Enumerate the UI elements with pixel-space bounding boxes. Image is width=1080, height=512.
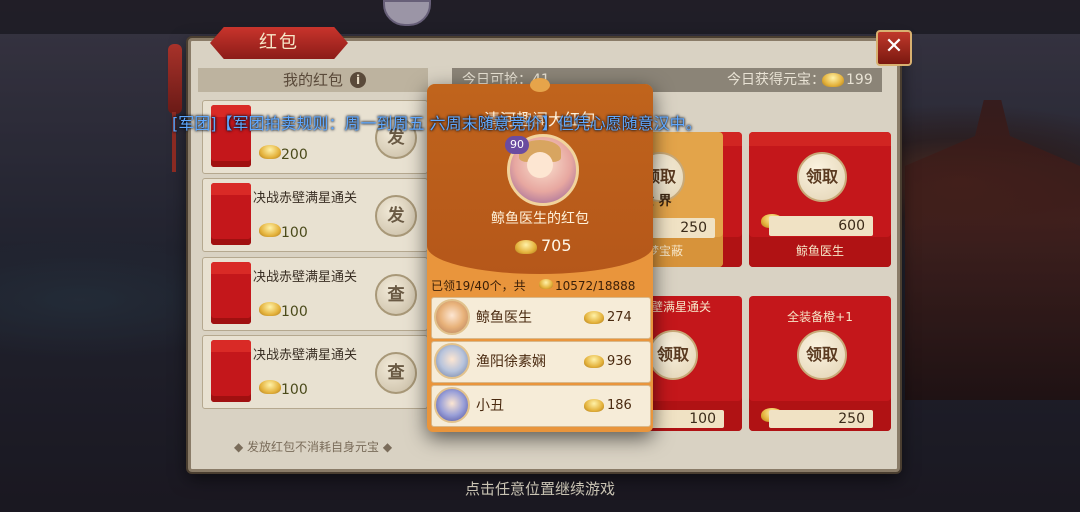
claimer-amount: 274 — [607, 310, 632, 325]
ingot-icon — [584, 399, 604, 412]
packet-title: 决战赤壁满星通关 — [253, 348, 358, 363]
received-amount: 705 — [541, 236, 572, 255]
ingot-icon — [584, 311, 604, 324]
ingot-icon — [515, 240, 537, 254]
claimer-row: 渔阳徐素娴 936 — [431, 341, 651, 383]
claimer-name: 渔阳徐素娴 — [476, 354, 546, 370]
my-packet-item[interactable]: 决战赤壁满星通关 100 查 — [202, 335, 428, 409]
packet-amount: 100 — [281, 304, 308, 320]
today-got-value: 199 — [846, 72, 873, 88]
packet-amount: 200 — [281, 147, 308, 163]
footer-tip: ◆ 发放红包不消耗自身元宝 ◆ — [233, 440, 393, 454]
footer-tip-text: 发放红包不消耗自身元宝 — [246, 440, 379, 454]
level-badge: 90 — [505, 136, 529, 154]
ingot-icon — [259, 380, 281, 394]
claimer-amount: 186 — [607, 398, 632, 413]
envelope-icon — [211, 183, 251, 245]
packet-title: 决战赤壁满星通关 — [253, 270, 358, 285]
ingot-icon — [259, 302, 281, 316]
envelope-icon — [211, 262, 251, 324]
claimer-name: 小丑 — [476, 398, 504, 414]
my-packet-item[interactable]: 决战赤壁满星通关 100 发 — [202, 178, 428, 252]
claimer-row: 小丑 186 — [431, 385, 651, 427]
close-button[interactable]: ✕ — [876, 30, 912, 66]
claim-button[interactable]: 领取 — [797, 152, 847, 202]
claimer-name: 鲸鱼医生 — [476, 310, 532, 326]
ingot-icon — [539, 279, 553, 289]
packet-amount: 100 — [281, 225, 308, 241]
today-got-label: 今日获得元宝： — [727, 72, 825, 88]
ingot-icon — [822, 73, 844, 87]
avatar-face — [527, 152, 553, 178]
packet-amount: 100 — [281, 382, 308, 398]
claimer-avatar — [434, 387, 470, 423]
card-title: 全装备橙+1 — [787, 310, 853, 324]
legion-notice-marquee: [军团]【军团拍卖规则：周一到周五 六周末随意竞价】但凭心愿随意汉中。 — [172, 114, 702, 133]
my-packets-header: 我的红包 — [198, 68, 428, 92]
ingot-icon — [584, 355, 604, 368]
view-button[interactable]: 查 — [375, 352, 417, 394]
lantern-icon — [168, 44, 182, 114]
claimer-row: 鲸鱼医生 274 — [431, 297, 651, 339]
claim-button[interactable]: 领取 — [648, 330, 698, 380]
envelope-icon — [211, 340, 251, 402]
panel-title: 红包 — [210, 27, 348, 59]
packet-title: 决战赤壁满星通关 — [253, 191, 358, 206]
claimer-avatar — [434, 299, 470, 335]
continue-hint[interactable]: 点击任意位置继续游戏 — [0, 478, 1080, 499]
card-amount: 250 — [769, 410, 873, 428]
summary-count: 已领19/40个，共 — [431, 279, 526, 293]
ingot-icon — [259, 223, 281, 237]
packet-card[interactable]: 全装备橙+1 领取 250 — [749, 296, 891, 431]
claimer-avatar — [434, 343, 470, 379]
view-button[interactable]: 查 — [375, 274, 417, 316]
packet-card[interactable]: 领取 600 鲸鱼医生 — [749, 132, 891, 267]
my-packet-item[interactable]: 决战赤壁满星通关 100 查 — [202, 257, 428, 331]
claim-summary: 已领19/40个，共 10572/18888 — [431, 276, 649, 296]
claim-button[interactable]: 领取 — [797, 330, 847, 380]
summary-total: 10572/18888 — [555, 279, 636, 293]
close-icon: ✕ — [884, 34, 904, 59]
card-amount: 600 — [769, 216, 873, 236]
card-sender: 鲸鱼医生 — [795, 244, 844, 258]
info-icon[interactable]: i — [350, 72, 366, 88]
lid-knob — [530, 78, 550, 92]
sender-label: 鲸鱼医生的红包 — [491, 211, 589, 227]
ingot-icon — [259, 145, 281, 159]
claimer-amount: 936 — [607, 354, 632, 369]
send-button[interactable]: 发 — [375, 195, 417, 237]
